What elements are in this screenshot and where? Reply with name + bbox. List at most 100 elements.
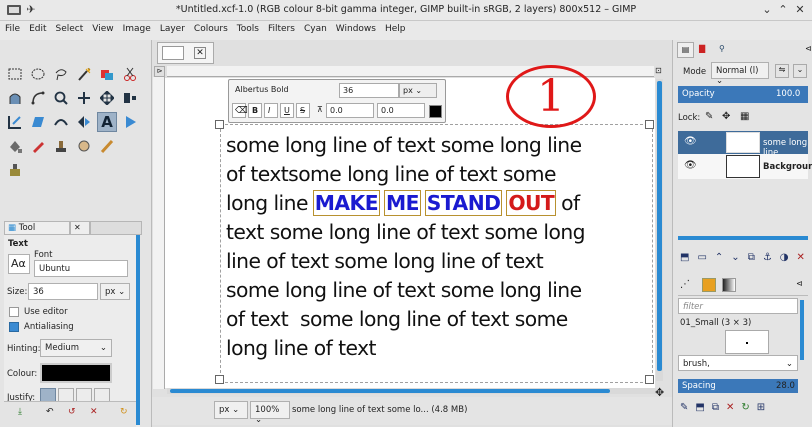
lower-layer-icon[interactable]: ⌄ xyxy=(731,252,747,263)
dodge-icon[interactable] xyxy=(5,160,25,180)
menu-tools[interactable]: Tools xyxy=(232,21,263,34)
lock-position-icon[interactable]: ✥ xyxy=(722,111,730,122)
scissors-icon[interactable] xyxy=(120,64,140,84)
size-unit-select[interactable]: px ⌄ xyxy=(100,283,130,300)
maximize-icon[interactable]: ⌃ xyxy=(776,3,790,17)
transform-icon[interactable] xyxy=(5,112,25,132)
antialiasing-checkbox[interactable] xyxy=(9,322,19,332)
image-tab[interactable]: ✕ xyxy=(157,42,214,64)
clone-stamp-icon[interactable] xyxy=(51,136,71,156)
brush-preview[interactable] xyxy=(725,330,769,354)
tab-close-icon[interactable]: ✕ xyxy=(70,221,90,235)
smudge-icon[interactable] xyxy=(74,136,94,156)
duplicate-brush-icon[interactable]: ⧉ xyxy=(712,402,726,413)
lock-paint-icon[interactable]: ✎ xyxy=(705,111,713,122)
layer-row[interactable]: 👁 some long line xyxy=(678,131,808,158)
foreground-select-icon[interactable] xyxy=(5,88,25,108)
tab-gradients-icon[interactable] xyxy=(722,278,736,292)
use-editor-checkbox[interactable] xyxy=(9,307,19,317)
restore-options-icon[interactable]: ↶ xyxy=(46,407,54,417)
tab-brushes-icon[interactable]: ⋰ xyxy=(680,279,690,290)
delete-options-icon[interactable]: ↺ xyxy=(68,407,76,417)
menu-view[interactable]: View xyxy=(87,21,117,34)
justify-fill-icon[interactable] xyxy=(94,388,110,402)
justify-right-icon[interactable] xyxy=(58,388,74,402)
delete-brush-icon[interactable]: ✕ xyxy=(726,402,741,413)
size-field[interactable]: 36 xyxy=(28,283,98,300)
tab-layers-icon[interactable]: ▤ xyxy=(677,42,694,58)
hinting-select[interactable]: Medium ⌄ xyxy=(40,339,112,357)
font-preview-icon[interactable]: Aα xyxy=(8,254,30,274)
edit-brush-icon[interactable]: ✎ xyxy=(680,402,695,413)
close-image-icon[interactable]: ✕ xyxy=(194,47,206,59)
italic-button[interactable]: I xyxy=(264,103,278,118)
composite-icon[interactable]: ⌄ xyxy=(793,64,807,78)
status-unit-select[interactable]: px ⌄ xyxy=(214,401,248,419)
flip-icon[interactable] xyxy=(74,112,94,132)
save-options-icon[interactable]: ⤓ xyxy=(18,407,22,417)
paths-icon[interactable] xyxy=(28,88,48,108)
layers-scrollbar[interactable] xyxy=(678,236,808,240)
new-brush-icon[interactable]: ⬒ xyxy=(695,402,711,413)
mode-reset-icon[interactable]: ⇋ xyxy=(775,64,789,78)
spacing-slider[interactable]: Spacing 28.0 xyxy=(678,379,798,393)
navigate-icon[interactable]: ⊳ xyxy=(154,66,165,77)
font-entry[interactable]: Albertus Bold xyxy=(232,83,332,98)
ellipse-select-icon[interactable] xyxy=(28,64,48,84)
dock-menu-icon[interactable]: ⊲ xyxy=(805,44,812,53)
eye-icon[interactable]: 👁 xyxy=(684,136,697,147)
text-tool-icon[interactable]: A xyxy=(97,112,117,132)
menu-file[interactable]: File xyxy=(0,21,24,34)
options-scrollbar[interactable] xyxy=(136,235,140,425)
text-content[interactable]: some long line of text some long line of… xyxy=(226,131,654,363)
tab-channels-icon[interactable]: ▇ xyxy=(699,44,705,53)
unit-select[interactable]: px ⌄ xyxy=(399,83,437,98)
text-colour-button[interactable] xyxy=(40,363,112,383)
eye-icon[interactable]: 👁 xyxy=(684,160,697,171)
warp-icon[interactable] xyxy=(51,112,71,132)
mode-select[interactable]: Normal (l) ⌄ xyxy=(711,62,769,86)
opacity-slider[interactable]: Opacity 100.0 xyxy=(678,86,808,103)
handle-bottom-left[interactable] xyxy=(215,375,224,384)
tab-paths-icon[interactable]: ⚲ xyxy=(719,44,725,53)
zoom-to-fit-icon[interactable]: ⊡ xyxy=(655,66,664,77)
cage-icon[interactable] xyxy=(120,112,140,132)
handle-bottom-right[interactable] xyxy=(645,375,654,384)
bold-button[interactable]: B xyxy=(248,103,262,118)
vertical-scrollbar-thumb[interactable] xyxy=(657,81,662,371)
baseline-field[interactable]: 0.0 xyxy=(326,103,374,118)
strikethrough-button[interactable]: S xyxy=(296,103,310,118)
kerning-field[interactable]: 0.0 xyxy=(377,103,425,118)
paintbrush-icon[interactable] xyxy=(97,136,117,156)
horizontal-scrollbar-thumb[interactable] xyxy=(170,389,610,393)
tab-tool-options[interactable]: ▦ Tool Options xyxy=(4,221,70,245)
zoom-icon[interactable] xyxy=(51,88,71,108)
text-colour-swatch[interactable] xyxy=(429,105,442,118)
new-layer-icon[interactable]: ⬒ xyxy=(680,252,697,263)
rect-select-icon[interactable] xyxy=(5,64,25,84)
justify-center-icon[interactable] xyxy=(76,388,92,402)
justify-left-icon[interactable] xyxy=(40,388,56,402)
delete-layer-icon[interactable]: ✕ xyxy=(797,252,812,263)
lock-alpha-icon[interactable]: ▦ xyxy=(740,111,749,122)
menu-cyan[interactable]: Cyan xyxy=(299,21,331,34)
handle-top-left[interactable] xyxy=(215,120,224,129)
menu-windows[interactable]: Windows xyxy=(331,21,380,34)
bucket-fill-icon[interactable] xyxy=(5,136,25,156)
handle-top-right[interactable] xyxy=(645,120,654,129)
tab-device-status[interactable] xyxy=(90,221,142,235)
fuzzy-select-icon[interactable] xyxy=(74,64,94,84)
underline-button[interactable]: U xyxy=(280,103,294,118)
duplicate-layer-icon[interactable]: ⧉ xyxy=(748,252,763,263)
align-icon[interactable] xyxy=(120,88,140,108)
size-entry[interactable]: 36 xyxy=(339,83,399,98)
shear-icon[interactable] xyxy=(28,112,48,132)
mask-layer-icon[interactable]: ◑ xyxy=(780,252,797,263)
pencil-icon[interactable] xyxy=(28,136,48,156)
font-field[interactable]: Ubuntu xyxy=(34,260,128,277)
lasso-icon[interactable] xyxy=(51,64,71,84)
menu-edit[interactable]: Edit xyxy=(24,21,50,34)
new-group-icon[interactable]: ▭ xyxy=(697,252,714,263)
open-brush-icon[interactable]: ⊞ xyxy=(757,402,772,413)
brush-dock-menu-icon[interactable]: ⊲ xyxy=(796,279,803,288)
